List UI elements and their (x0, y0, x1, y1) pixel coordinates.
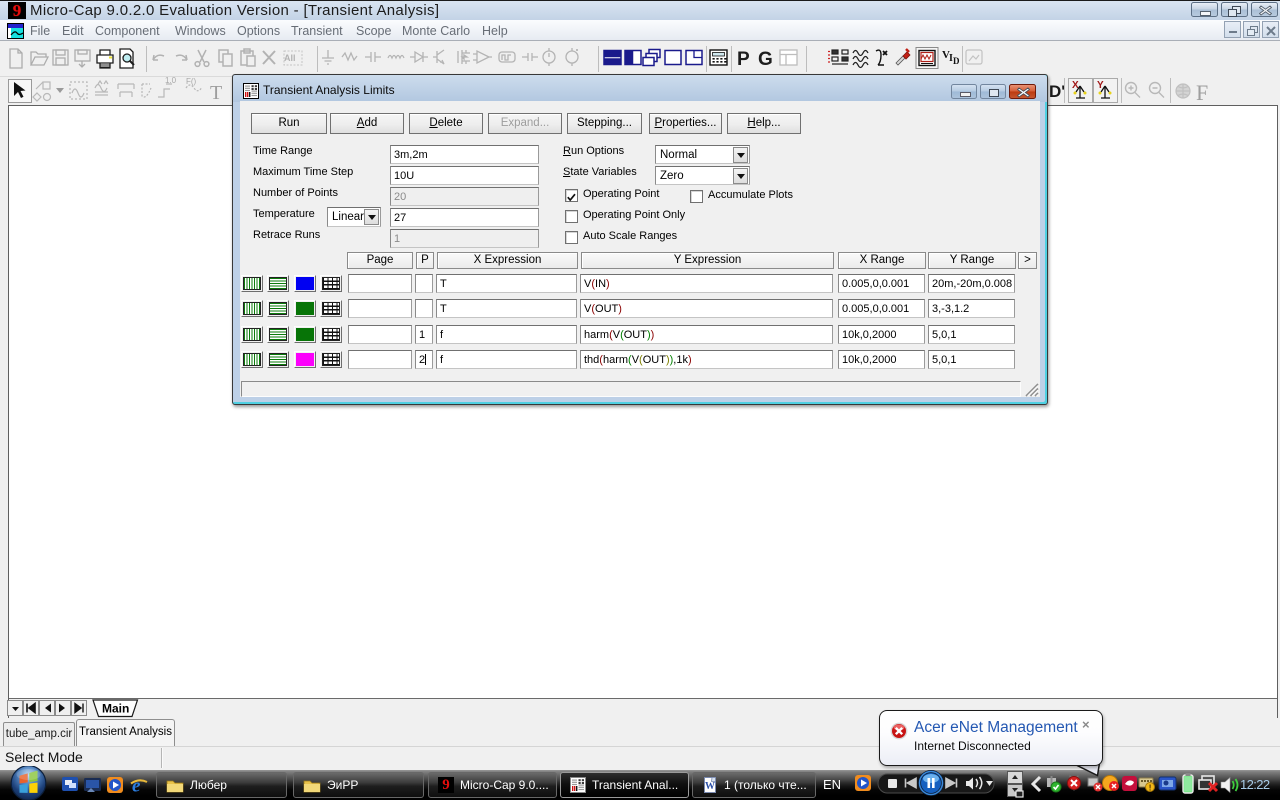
svg-text:P: P (737, 49, 750, 70)
svg-text:Main: Main (102, 702, 129, 716)
svg-text:D: D (953, 56, 960, 66)
svg-text:W: W (705, 781, 715, 792)
svg-text:All: All (284, 53, 296, 63)
svg-text:G: G (758, 49, 773, 70)
svg-text:F: F (1196, 80, 1208, 105)
svg-text:D': D' (1049, 82, 1065, 101)
svg-text:F(): F() (186, 77, 197, 86)
svg-text:1.0: 1.0 (165, 76, 177, 85)
svg-text:e: e (132, 776, 141, 796)
svg-text:T: T (210, 82, 222, 104)
svg-text:!: ! (1149, 784, 1152, 793)
